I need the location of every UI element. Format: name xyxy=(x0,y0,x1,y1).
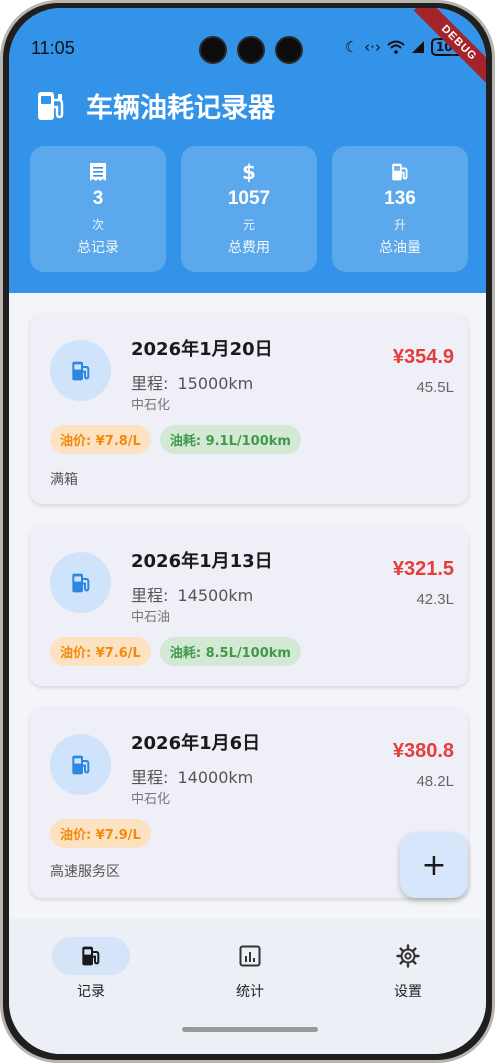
dollar-icon: $ xyxy=(242,160,256,184)
app-title-row: 车辆油耗记录器 xyxy=(36,86,275,125)
mileage-label: 里程: xyxy=(131,374,169,393)
fuel-pump-icon xyxy=(71,361,89,380)
app-title: 车辆油耗记录器 xyxy=(86,93,275,124)
record-avatar xyxy=(50,552,111,613)
record-note: 高速服务区 xyxy=(50,864,120,880)
fuel-price-chip: 油价: ¥7.6/L xyxy=(50,637,151,666)
mileage-label: 里程: xyxy=(131,586,169,605)
stat-card-records: 3 次 总记录 xyxy=(30,146,166,272)
stats-row: 3 次 总记录 $ 1057 元 总费用 136 升 总油量 xyxy=(30,146,468,272)
app-header: 11:05 ☾ ‹·› 100 DEBUG 车辆油耗记录器 3 次 总记录 $ … xyxy=(9,8,486,293)
stat-value: 3 xyxy=(92,188,104,209)
fuel-price-chip: 油价: ¥7.9/L xyxy=(50,819,151,848)
record-liters: 48.2L xyxy=(416,773,454,790)
nav-pill xyxy=(211,937,289,975)
home-indicator xyxy=(182,1027,318,1032)
stat-card-fuel: 136 升 总油量 xyxy=(332,146,468,272)
stat-unit: 次 xyxy=(91,218,104,232)
nav-label: 统计 xyxy=(236,984,264,1000)
record-liters: 42.3L xyxy=(416,591,454,608)
record-station: 中石油 xyxy=(131,610,171,625)
record-date: 2026年1月6日 xyxy=(131,733,261,754)
record-cost: ¥321.5 xyxy=(392,558,454,580)
record-station: 中石化 xyxy=(131,398,171,413)
record-chips: 油价: ¥7.8/L 油耗: 9.1L/100km xyxy=(50,425,301,454)
status-time: 11:05 xyxy=(31,38,75,58)
record-avatar xyxy=(50,734,111,795)
record-mileage: 里程: 14000km xyxy=(131,764,253,788)
nav-label: 设置 xyxy=(394,984,422,1000)
fuel-pump-icon xyxy=(71,755,89,774)
record-note: 满箱 xyxy=(50,472,78,488)
add-record-button[interactable]: + xyxy=(400,832,468,898)
stat-label: 总油量 xyxy=(379,240,421,256)
nav-pill xyxy=(52,937,130,975)
record-date: 2026年1月13日 xyxy=(131,551,273,572)
receipt-icon xyxy=(90,163,106,181)
screen: 11:05 ☾ ‹·› 100 DEBUG 车辆油耗记录器 3 次 总记录 $ … xyxy=(9,8,486,1054)
wifi-icon xyxy=(387,40,405,54)
fuel-pump-icon xyxy=(392,163,408,181)
fuel-pump-icon xyxy=(71,573,89,592)
camera-lens-icon xyxy=(199,36,227,64)
record-mileage: 里程: 14500km xyxy=(131,582,253,606)
stat-card-cost: $ 1057 元 总费用 xyxy=(181,146,317,272)
mileage-label: 里程: xyxy=(131,768,169,787)
stat-value: 136 xyxy=(384,188,416,209)
stat-label: 总费用 xyxy=(228,240,270,256)
mileage-value: 15000km xyxy=(177,374,254,393)
record-chips: 油价: ¥7.9/L xyxy=(50,819,151,848)
chart-icon xyxy=(239,945,261,967)
stat-label: 总记录 xyxy=(77,240,119,256)
record-station: 中石化 xyxy=(131,792,171,807)
nav-item-records[interactable]: 记录 xyxy=(41,937,141,1001)
stat-unit: 升 xyxy=(393,218,406,232)
record-cost: ¥380.8 xyxy=(392,740,454,762)
record-avatar xyxy=(50,340,111,401)
fuel-pump-icon xyxy=(38,91,64,120)
moon-icon: ☾ xyxy=(344,38,359,56)
stat-unit: 元 xyxy=(242,218,255,232)
record-liters: 45.5L xyxy=(416,379,454,396)
status-bar: 11:05 ☾ ‹·› 100 xyxy=(9,8,486,64)
mileage-value: 14000km xyxy=(177,768,254,787)
fuel-pump-icon xyxy=(82,946,100,966)
stat-value: 1057 xyxy=(227,188,271,209)
record-chips: 油价: ¥7.6/L 油耗: 8.5L/100km xyxy=(50,637,301,666)
gear-icon xyxy=(396,944,420,968)
fuel-consumption-chip: 油耗: 9.1L/100km xyxy=(159,425,301,454)
nav-item-stats[interactable]: 统计 xyxy=(200,937,300,1001)
record-date: 2026年1月20日 xyxy=(131,339,273,360)
nav-item-settings[interactable]: 设置 xyxy=(358,937,458,1001)
signal-icon xyxy=(411,41,424,53)
record-mileage: 里程: 15000km xyxy=(131,370,253,394)
fuel-consumption-chip: 油耗: 8.5L/100km xyxy=(159,637,301,666)
bottom-nav: 记录 统计 设置 xyxy=(9,919,486,1054)
mileage-value: 14500km xyxy=(177,586,254,605)
phone-frame: 11:05 ☾ ‹·› 100 DEBUG 车辆油耗记录器 3 次 总记录 $ … xyxy=(0,0,495,1063)
data-arrows-icon: ‹·› xyxy=(364,38,381,56)
record-card[interactable]: 2026年1月20日 里程: 15000km 中石化 ¥354.9 45.5L … xyxy=(30,313,468,504)
nav-label: 记录 xyxy=(77,984,105,1000)
camera-lens-icon xyxy=(237,36,265,64)
record-cost: ¥354.9 xyxy=(392,346,454,368)
fuel-price-chip: 油价: ¥7.8/L xyxy=(50,425,151,454)
camera-lens-icon xyxy=(275,36,303,64)
record-card[interactable]: 2026年1月13日 里程: 14500km 中石油 ¥321.5 42.3L … xyxy=(30,525,468,686)
nav-pill xyxy=(369,937,447,975)
